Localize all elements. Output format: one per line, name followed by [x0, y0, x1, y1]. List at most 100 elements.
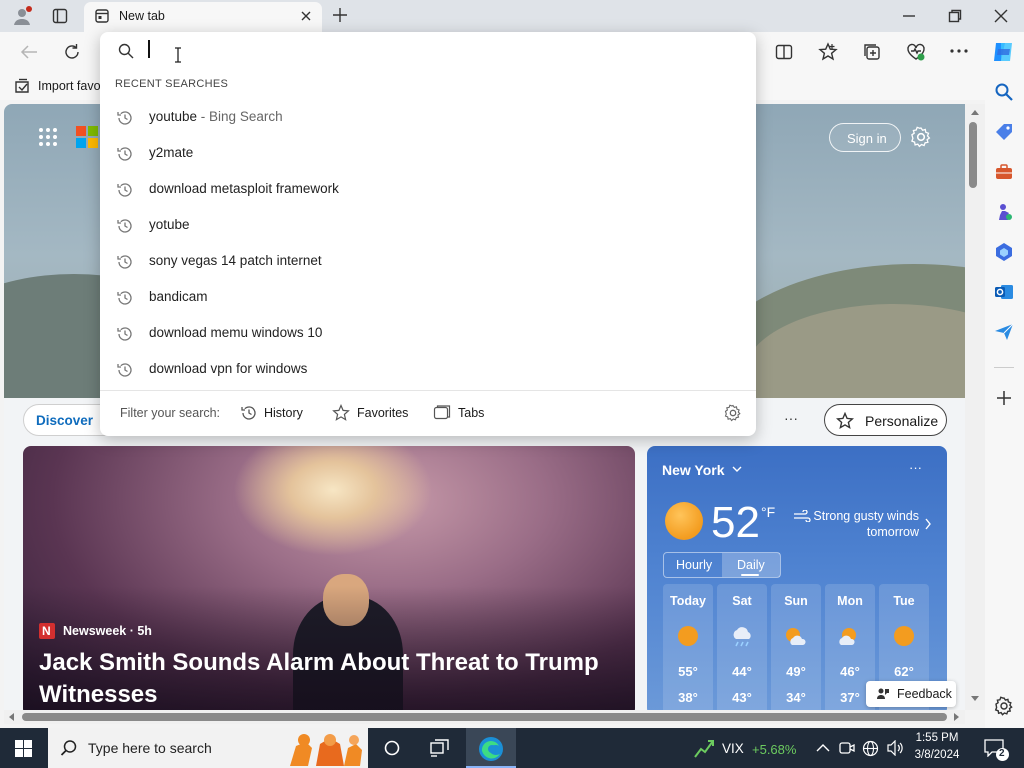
sidebar-settings-icon[interactable]: [994, 696, 1014, 716]
tab-new-tab[interactable]: New tab: [84, 2, 322, 32]
drop-send-icon[interactable]: [994, 322, 1014, 342]
close-tab-icon[interactable]: [300, 10, 312, 22]
browser-essentials-icon[interactable]: [906, 42, 926, 62]
tab-actions-icon[interactable]: [52, 8, 68, 24]
address-bar-input[interactable]: [146, 38, 736, 64]
import-favorites-icon[interactable]: [14, 78, 30, 94]
edge-taskbar-button[interactable]: [466, 728, 516, 768]
tools-briefcase-icon[interactable]: [994, 162, 1014, 182]
suggestion-item[interactable]: download vpn for windows: [100, 351, 756, 387]
filter-history-button[interactable]: History: [240, 402, 306, 424]
more-icon[interactable]: [950, 49, 968, 53]
filter-favorites-button[interactable]: Favorites: [332, 402, 408, 424]
forecast-day[interactable]: Today 55° 38°: [663, 584, 713, 710]
suggestion-item[interactable]: bandicam: [100, 279, 756, 315]
news-headline[interactable]: Jack Smith Sounds Alarm About Threat to …: [39, 647, 609, 710]
forecast-day[interactable]: Sun 49° 34°: [771, 584, 821, 710]
suggestion-item[interactable]: download memu windows 10: [100, 315, 756, 351]
shopping-tag-icon[interactable]: [994, 122, 1014, 142]
chevron-right-icon[interactable]: [924, 518, 932, 530]
new-tab-button[interactable]: [332, 7, 348, 23]
horizontal-scrollbar[interactable]: [4, 710, 965, 724]
volume-icon[interactable]: [887, 740, 905, 756]
scroll-down-icon[interactable]: [971, 696, 979, 702]
network-globe-icon[interactable]: [862, 740, 879, 757]
clock-time[interactable]: 1:55 PM: [914, 732, 960, 744]
refresh-icon[interactable]: [63, 43, 81, 61]
cortana-button[interactable]: [370, 728, 414, 768]
newsweek-logo-icon: N: [39, 623, 55, 639]
forecast-day-name: Sat: [732, 594, 752, 608]
clock-date[interactable]: 3/8/2024: [910, 749, 964, 761]
news-card[interactable]: N Newsweek · 5h Jack Smith Sounds Alarm …: [23, 446, 635, 710]
scroll-up-icon[interactable]: [971, 109, 979, 115]
favorites-icon[interactable]: [818, 42, 838, 62]
scroll-right-icon[interactable]: [954, 713, 960, 721]
page-settings-icon[interactable]: [910, 126, 932, 148]
weather-card[interactable]: New York ··· 52 °F Strong gusty winds to…: [647, 446, 947, 710]
task-view-button[interactable]: [418, 728, 462, 768]
chandelier-image: [233, 446, 433, 556]
weather-alert[interactable]: Strong gusty winds tomorrow: [807, 508, 919, 540]
stock-chart-icon[interactable]: [694, 737, 716, 759]
profile-icon[interactable]: [12, 6, 32, 26]
vertical-scrollbar[interactable]: [965, 104, 985, 710]
vertical-scroll-thumb[interactable]: [969, 122, 977, 188]
copilot-icon[interactable]: [990, 39, 1016, 65]
suggestion-source: - Bing Search: [197, 109, 283, 124]
stock-name[interactable]: VIX: [722, 741, 744, 756]
start-button[interactable]: [0, 728, 48, 768]
meet-now-icon[interactable]: [839, 740, 855, 756]
suggestion-item[interactable]: youtube - Bing Search: [100, 99, 756, 135]
suggestion-item[interactable]: yotube: [100, 207, 756, 243]
suggestion-item[interactable]: sony vegas 14 patch internet: [100, 243, 756, 279]
suggestion-settings-icon[interactable]: [724, 404, 742, 422]
history-icon: [116, 289, 134, 307]
import-favorites-link[interactable]: Import favo: [38, 79, 101, 93]
tab-hourly[interactable]: Hourly: [664, 553, 722, 577]
sun-icon: [665, 502, 703, 540]
feed-more-button[interactable]: ···: [784, 410, 798, 426]
forecast-day-name: Today: [670, 594, 706, 608]
sidebar-divider: [994, 367, 1014, 368]
back-icon[interactable]: [20, 44, 38, 60]
weather-location[interactable]: New York: [662, 462, 725, 478]
tab-daily[interactable]: Daily: [722, 553, 780, 577]
history-icon: [116, 145, 134, 163]
close-window-icon[interactable]: [994, 9, 1008, 23]
split-screen-icon[interactable]: [775, 43, 793, 61]
filter-tabs-button[interactable]: Tabs: [433, 402, 485, 424]
cortana-circle-icon: [384, 740, 400, 756]
suggestion-query: yotube: [149, 217, 190, 232]
suggestion-item[interactable]: y2mate: [100, 135, 756, 171]
weather-more-button[interactable]: ···: [909, 460, 922, 475]
partly-cloudy-icon: [837, 626, 863, 648]
microsoft-365-icon[interactable]: [994, 242, 1014, 262]
chevron-up-icon[interactable]: [816, 743, 830, 752]
search-icon[interactable]: [994, 82, 1014, 102]
filter-tabs-label: Tabs: [458, 406, 485, 420]
history-icon: [116, 253, 134, 271]
collections-icon[interactable]: [862, 42, 882, 62]
forecast-low: 43°: [732, 690, 752, 705]
apps-launcher-icon[interactable]: [38, 127, 58, 147]
filter-search-label: Filter your search:: [120, 406, 221, 420]
minimize-icon[interactable]: [902, 9, 916, 23]
suggestion-item[interactable]: download metasploit framework: [100, 171, 756, 207]
filter-history-label: History: [264, 406, 303, 420]
taskbar-search-box[interactable]: Type here to search: [48, 728, 368, 768]
scroll-left-icon[interactable]: [8, 713, 14, 721]
sign-in-button[interactable]: Sign in: [829, 123, 901, 152]
weather-temperature: 52: [711, 498, 760, 547]
forecast-day[interactable]: Sat 44° 43°: [717, 584, 767, 710]
personalize-button[interactable]: Personalize: [824, 404, 947, 436]
tab-title: New tab: [119, 9, 165, 23]
horizontal-scroll-thumb[interactable]: [22, 713, 947, 721]
feedback-button[interactable]: Feedback: [866, 681, 956, 707]
notification-count: 2: [999, 748, 1005, 759]
chevron-down-icon[interactable]: [732, 465, 742, 473]
outlook-icon[interactable]: [994, 282, 1014, 302]
games-chess-icon[interactable]: [994, 202, 1014, 222]
restore-icon[interactable]: [948, 9, 962, 23]
add-sidebar-app-icon[interactable]: [994, 388, 1014, 408]
